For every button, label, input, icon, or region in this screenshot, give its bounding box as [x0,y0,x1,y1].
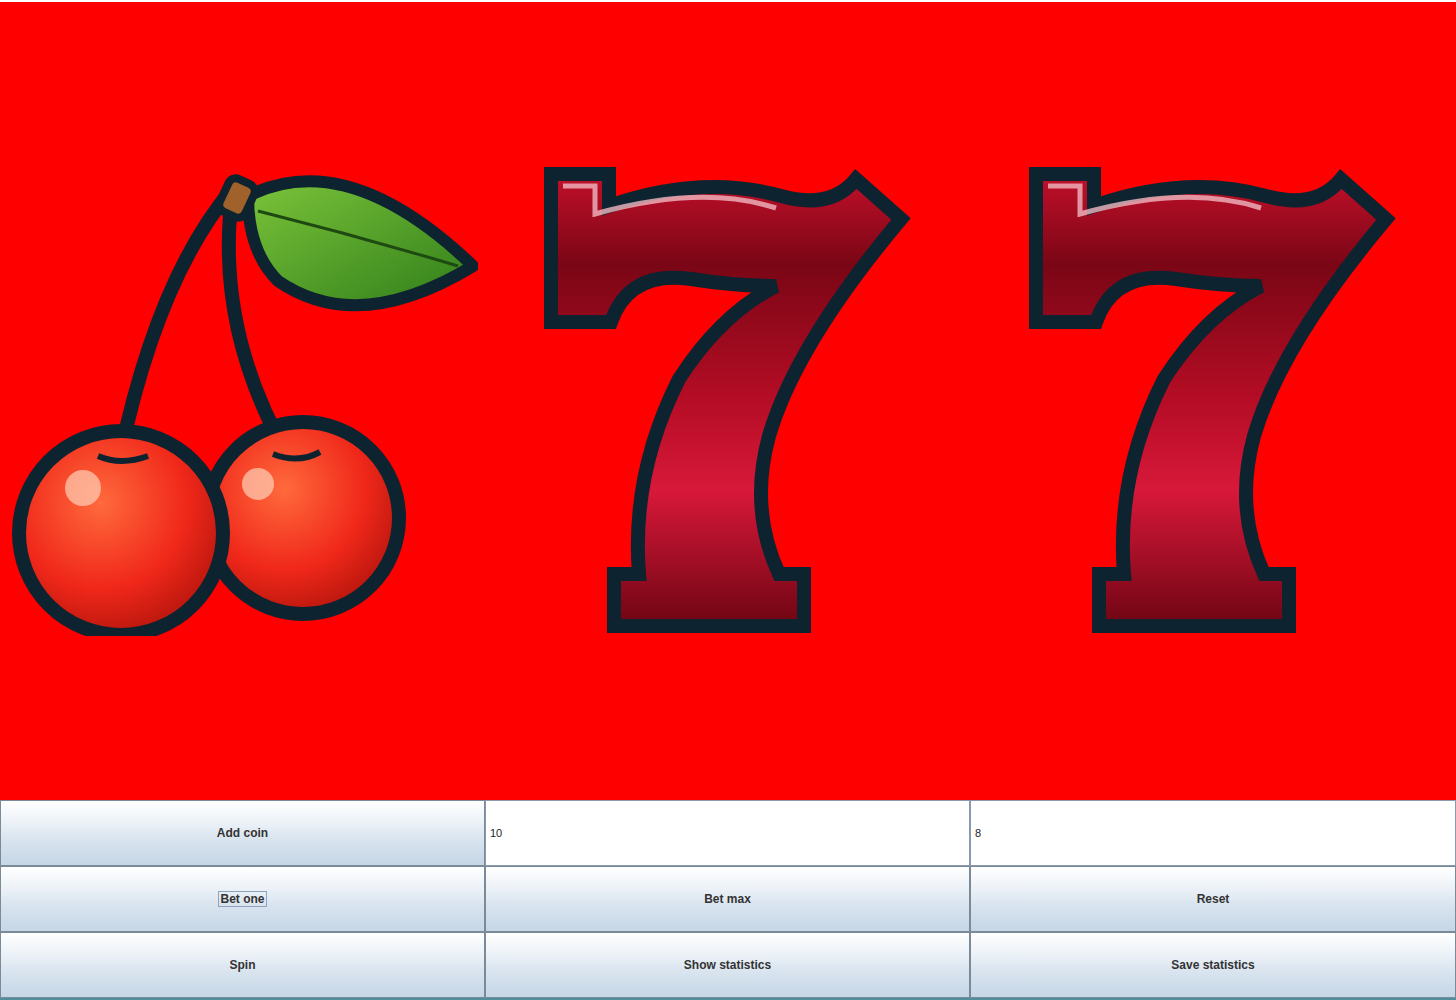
value-field[interactable]: 8 [970,800,1456,866]
slot-machine-window: Add coin 108 Bet one Bet max Reset Spin Show s… [0,0,1456,1000]
control-row: Add coin 108 [0,800,1456,866]
control-button[interactable]: Add coin [0,800,485,866]
control-button[interactable]: Bet one [0,866,485,932]
control-row: Bet one Bet max Reset [0,866,1456,932]
control-row: Spin Show statistics Save statistics [0,932,1456,998]
control-button[interactable]: Bet max [485,866,970,932]
reel [970,2,1456,800]
reel-area [0,2,1456,800]
control-panel: Add coin 108 Bet one Bet max Reset Spin Show s… [0,800,1456,1000]
control-button[interactable]: Show statistics [485,932,970,998]
button-label: Save statistics [1169,957,1256,973]
button-label: Reset [1195,891,1232,907]
button-label: Bet one [218,891,266,907]
seven-icon [543,166,913,636]
seven-icon [1028,166,1398,636]
button-label: Spin [228,957,258,973]
button-label: Show statistics [682,957,773,973]
reel [485,2,970,800]
cherry-icon [8,166,478,636]
value-field[interactable]: 10 [485,800,970,866]
button-label: Add coin [215,825,270,841]
control-button[interactable]: Save statistics [970,932,1456,998]
control-button[interactable]: Reset [970,866,1456,932]
control-button[interactable]: Spin [0,932,485,998]
button-label: Bet max [702,891,753,907]
reel [0,2,485,800]
